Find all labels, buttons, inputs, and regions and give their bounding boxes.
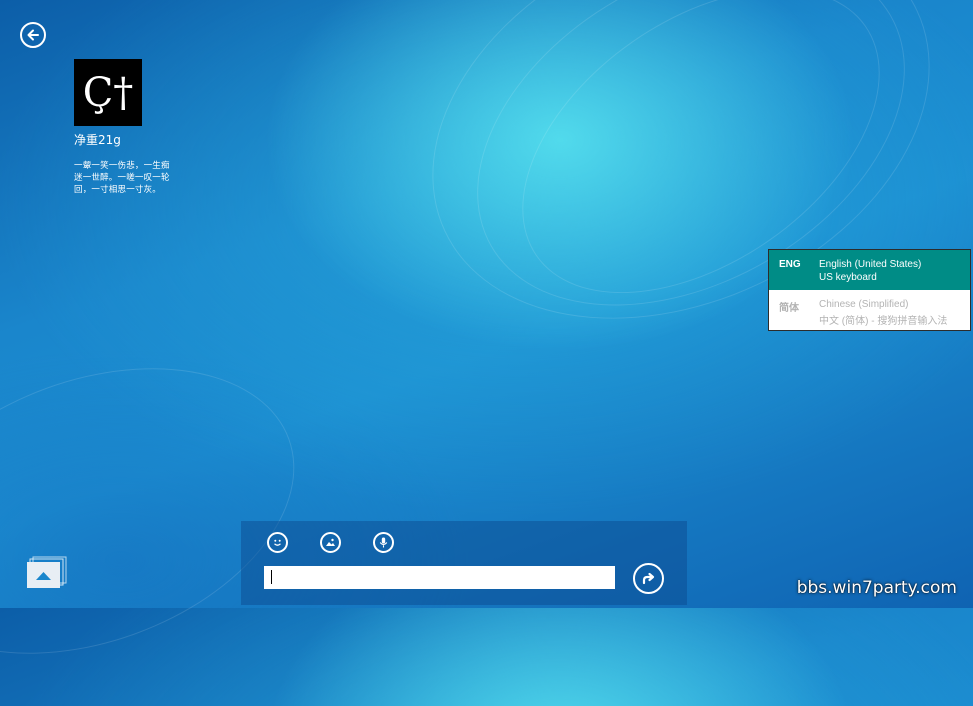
language-item-english[interactable]: ENG English (United States) US keyboard bbox=[769, 250, 970, 290]
language-code: 简体 bbox=[779, 303, 799, 314]
stacked-windows-icon bbox=[27, 556, 67, 588]
emoji-icon bbox=[274, 539, 281, 546]
compose-bar bbox=[241, 521, 687, 605]
contact-name: 净重21g bbox=[74, 133, 121, 147]
language-item-chinese[interactable]: 简体 Chinese (Simplified) 中文 (简体) - 搜狗拼音输入… bbox=[769, 290, 970, 330]
send-button[interactable] bbox=[633, 563, 664, 594]
language-menu: ENG English (United States) US keyboard … bbox=[768, 249, 971, 331]
conversations-button[interactable] bbox=[27, 556, 67, 588]
keyboard-layout: 中文 (简体) - 搜狗拼音输入法 bbox=[819, 316, 948, 327]
back-arrow-icon bbox=[27, 29, 39, 41]
microphone-button[interactable] bbox=[373, 532, 394, 553]
message-input[interactable] bbox=[264, 566, 615, 589]
image-button[interactable] bbox=[320, 532, 341, 553]
keyboard-layout: US keyboard bbox=[819, 272, 877, 283]
language-code: ENG bbox=[779, 259, 801, 270]
contact-status-message: 一颦一笑一伤悲，一生痴迷一世醉。一嗟一叹一轮回，一寸相思一寸灰。 bbox=[74, 161, 170, 195]
emoji-button[interactable] bbox=[267, 532, 288, 553]
microphone-icon bbox=[379, 537, 388, 548]
contact-avatar[interactable]: Ç† bbox=[74, 59, 142, 126]
back-button[interactable] bbox=[20, 22, 46, 48]
language-name: Chinese (Simplified) bbox=[819, 299, 909, 310]
text-caret bbox=[271, 570, 272, 584]
send-icon bbox=[642, 572, 655, 585]
language-name: English (United States) bbox=[819, 259, 922, 270]
image-icon bbox=[326, 538, 335, 546]
watermark-text: bbs.win7party.com bbox=[796, 578, 957, 598]
avatar-text: Ç† bbox=[82, 69, 134, 116]
